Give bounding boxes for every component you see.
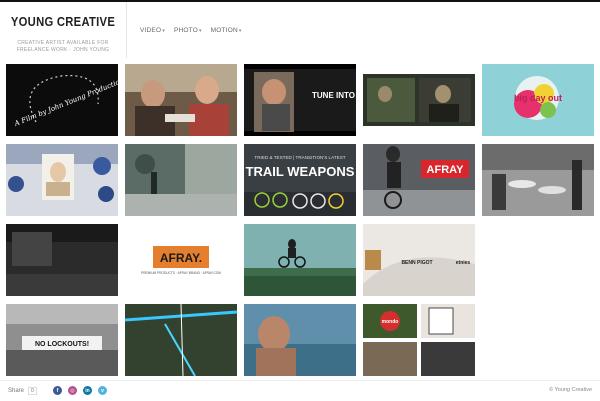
thumbnail-image: NO LOCKOUTS! <box>6 304 118 376</box>
nav-label: VIDEO <box>140 27 162 34</box>
thumbnail-film-intro[interactable]: A Film by John Young Production <box>6 64 118 136</box>
thumbnail-caption: TRAIL WEAPONS <box>246 164 355 179</box>
footer: Share 0 f ◎ in v © Young Creative <box>0 380 600 401</box>
thumbnail-image <box>125 304 237 376</box>
thumbnail-image <box>482 144 594 216</box>
thumbnail-image <box>363 64 475 136</box>
thumbnail-mondo-collage[interactable]: mondo <box>363 304 475 376</box>
thumbnail-skate-street[interactable] <box>125 144 237 216</box>
thumbnail-image: BENN PIGOT etnies <box>363 224 475 296</box>
share-control[interactable]: Share 0 <box>8 387 37 395</box>
thumbnail-image: A Film by John Young Production <box>6 64 118 136</box>
nav-item-photo[interactable]: PHOTO▾ <box>174 27 202 34</box>
thumbnail-caption: NO LOCKOUTS! <box>35 341 89 348</box>
instagram-icon[interactable]: ◎ <box>68 386 77 395</box>
thumbnail-trail-weapons[interactable]: TRIED & TESTED | TRANSITION'S LATEST TRA… <box>244 144 356 216</box>
thumbnail-caption: TUNE INTO ART <box>312 91 356 100</box>
thumbnail-dark-studio[interactable] <box>6 224 118 296</box>
share-count: 0 <box>28 387 37 395</box>
thumbnail-caption: mondo <box>382 319 399 325</box>
thumbnail-bmx-jump[interactable] <box>244 224 356 296</box>
thumbnail-subcaption: PREMIUM PRODUCTS · AFRAY BRAND · AFRAY.C… <box>141 271 221 275</box>
facebook-icon[interactable]: f <box>53 386 62 395</box>
share-label: Share <box>8 388 25 394</box>
chevron-down-icon: ▾ <box>238 28 242 34</box>
thumbnail-big-day-out[interactable]: big day out <box>482 64 594 136</box>
copyright: © Young Creative <box>549 387 592 393</box>
thumbnail-image <box>244 224 356 296</box>
thumbnail-no-lockouts-rally[interactable]: NO LOCKOUTS! <box>6 304 118 376</box>
thumbnail-image <box>6 144 118 216</box>
thumbnail-studio-session[interactable] <box>363 64 475 136</box>
vimeo-icon[interactable]: v <box>98 386 107 395</box>
thumbnail-image: TUNE INTO ART <box>244 64 356 136</box>
brand-logo-etnies: etnies <box>456 260 471 266</box>
nav-label: MOTION <box>210 27 238 34</box>
main-nav: VIDEO▾ PHOTO▾ MOTION▾ <box>140 27 242 34</box>
thumbnail-cafe-scene[interactable] <box>125 64 237 136</box>
chevron-down-icon: ▾ <box>198 28 202 34</box>
thumbnail-caption: AFRAY. <box>160 251 202 265</box>
thumbnail-caption: big day out <box>514 93 562 103</box>
thumbnail-afray-brand[interactable]: AFRAY. PREMIUM PRODUCTS · AFRAY BRAND · … <box>125 224 237 296</box>
thumbnail-caption: BENN PIGOT <box>401 260 432 266</box>
thumbnail-gallery-wall[interactable] <box>6 144 118 216</box>
thumbnail-image: TRIED & TESTED | TRANSITION'S LATEST TRA… <box>244 144 356 216</box>
thumbnail-caption: AFRAY <box>427 164 465 176</box>
chevron-down-icon: ▾ <box>162 28 165 34</box>
thumbnail-image: AFRAY. PREMIUM PRODUCTS · AFRAY BRAND · … <box>125 224 237 296</box>
nav-item-motion[interactable]: MOTION▾ <box>211 27 242 34</box>
site-title[interactable]: YOUNG CREATIVE <box>6 15 119 29</box>
thumbnail-benn-pigot[interactable]: BENN PIGOT etnies <box>363 224 475 296</box>
thumbnail-subcaption: TRIED & TESTED | TRANSITION'S LATEST <box>254 155 345 160</box>
site-tagline: CREATIVE ARTIST AVAILABLE FOR FREELANCE … <box>16 40 110 53</box>
linkedin-icon[interactable]: in <box>83 386 92 395</box>
brand-header: YOUNG CREATIVE CREATIVE ARTIST AVAILABLE… <box>0 2 127 58</box>
thumbnail-image <box>125 64 237 136</box>
thumbnail-image: big day out <box>482 64 594 136</box>
thumbnail-cafe-chairs[interactable] <box>482 144 594 216</box>
thumbnail-image: AFRAY <box>363 144 475 216</box>
thumbnail-aerial-laser[interactable] <box>125 304 237 376</box>
thumbnail-tune-into-art[interactable]: TUNE INTO ART <box>244 64 356 136</box>
thumbnail-image <box>125 144 237 216</box>
thumbnail-image: mondo <box>363 304 475 376</box>
nav-label: PHOTO <box>173 27 198 34</box>
thumbnail-surfer-portrait[interactable] <box>244 304 356 376</box>
thumbnail-afray-rider[interactable]: AFRAY <box>363 144 475 216</box>
thumbnail-image <box>6 224 118 296</box>
nav-item-video[interactable]: VIDEO▾ <box>140 27 165 34</box>
thumbnail-image <box>244 304 356 376</box>
